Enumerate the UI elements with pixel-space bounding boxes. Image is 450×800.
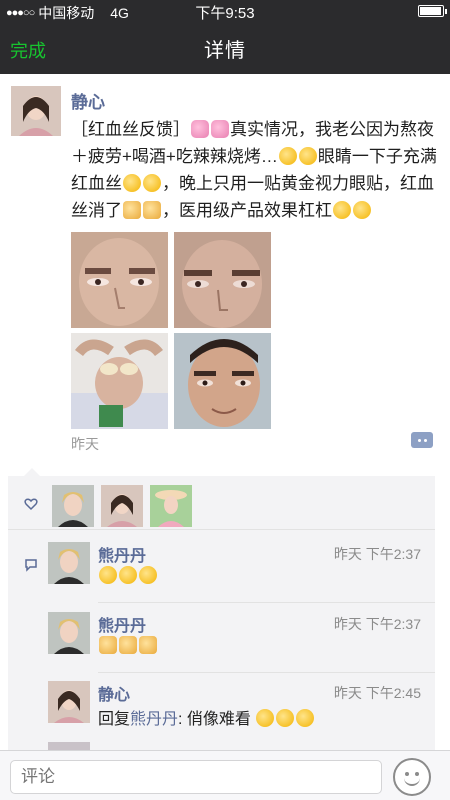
heart-icon [24,498,38,511]
status-bar: ●●●○○ 中国移动 4G 下午9:53 [0,0,450,22]
comment-item[interactable]: 熊丹丹 昨天 下午2:37 [8,536,435,600]
comment-text [98,636,158,656]
reply-to-name[interactable]: 熊丹丹 [130,711,178,728]
comment-input[interactable] [10,760,382,794]
battery-icon [418,5,447,17]
crying-laugh-emoji-icon [123,174,141,192]
comment-item[interactable]: 熊丹丹 昨天 下午2:37 [8,606,435,670]
liker-avatar[interactable] [101,485,143,527]
post-photo[interactable] [174,232,271,328]
comment-icon [25,559,37,572]
commenter-name[interactable]: 熊丹丹 [98,612,146,636]
grin-emoji-icon [333,201,351,219]
crying-laugh-emoji-icon [143,174,161,192]
commenter-name[interactable]: 静心 [98,681,130,705]
status-time: 下午9:53 [195,5,255,22]
grin-emoji-icon [256,709,275,727]
photo-grid [71,232,271,430]
comment-time: 昨天 下午2:37 [333,616,421,632]
emoji-mouth [404,778,420,786]
author-name[interactable]: 静心 [71,88,105,113]
comment-time: 昨天 下午2:45 [333,685,421,701]
emoji-button-icon[interactable] [393,758,431,796]
comment-input-bar [0,750,450,800]
moment-post: 静心 ［红血丝反馈］ 真实情况，我老公因为熬夜＋疲劳+喝酒+吃辣辣烧烤… 眼睛一下子… [0,74,450,468]
emoji-eye [415,772,419,776]
grin-emoji-icon [353,201,371,219]
partial-avatar [48,742,90,750]
commenter-avatar[interactable] [48,681,90,723]
thumbs-up-emoji-icon [119,636,137,654]
likes-row [8,476,435,530]
commenter-name[interactable]: 熊丹丹 [98,542,146,566]
commenter-avatar[interactable] [48,612,90,654]
liker-avatar[interactable] [150,485,192,527]
post-photo[interactable] [174,333,271,429]
post-photo[interactable] [71,232,168,328]
page-title: 详情 [204,40,246,62]
thumbs-up-emoji-icon [99,636,117,654]
post-text-part: ，医用级产品效果杠杠 [162,201,332,220]
heart-emoji-icon [211,120,229,138]
author-avatar[interactable] [11,86,61,136]
heart-eyes-emoji-icon [298,147,317,165]
post-text-tag: ［红血丝反馈］ [71,120,190,139]
comment-item[interactable]: 静心 昨天 下午2:45 回复熊丹丹: 俏像难看 [8,675,435,739]
comment-divider [98,602,435,603]
liker-avatar[interactable] [52,485,94,527]
navigation-bar: 完成 详情 [0,22,450,74]
comment-text: 回复熊丹丹: 俏像难看 [98,705,315,729]
more-actions-button[interactable] [411,432,433,448]
reply-prefix: 回复 [98,711,131,728]
post-photo[interactable] [71,333,168,429]
grin-emoji-icon [276,709,295,727]
interaction-panel: 熊丹丹 昨天 下午2:37 熊丹丹 昨天 下午2:37 静心 昨天 下午2:45… [8,468,435,751]
comment-divider [98,672,435,673]
post-text: ［红血丝反馈］ 真实情况，我老公因为熬夜＋疲劳+喝酒+吃辣辣烧烤… 眼睛一下子充满红… [71,116,441,224]
reply-text: : 俏像难看 [178,711,251,728]
post-time: 昨天 [71,436,99,452]
heart-eyes-emoji-icon [278,147,297,165]
partial-comment-item [48,742,428,750]
comment-text [98,566,158,586]
grin-emoji-icon [99,566,117,584]
grin-emoji-icon [296,709,315,727]
thumbs-up-emoji-icon [139,636,157,654]
comment-time: 昨天 下午2:37 [333,546,421,562]
commenter-avatar[interactable] [48,542,90,584]
thumbs-up-emoji-icon [123,201,141,219]
emoji-eye [405,772,409,776]
heart-emoji-icon [191,120,209,138]
grin-emoji-icon [119,566,137,584]
grin-emoji-icon [139,566,157,584]
thumbs-up-emoji-icon [143,201,161,219]
